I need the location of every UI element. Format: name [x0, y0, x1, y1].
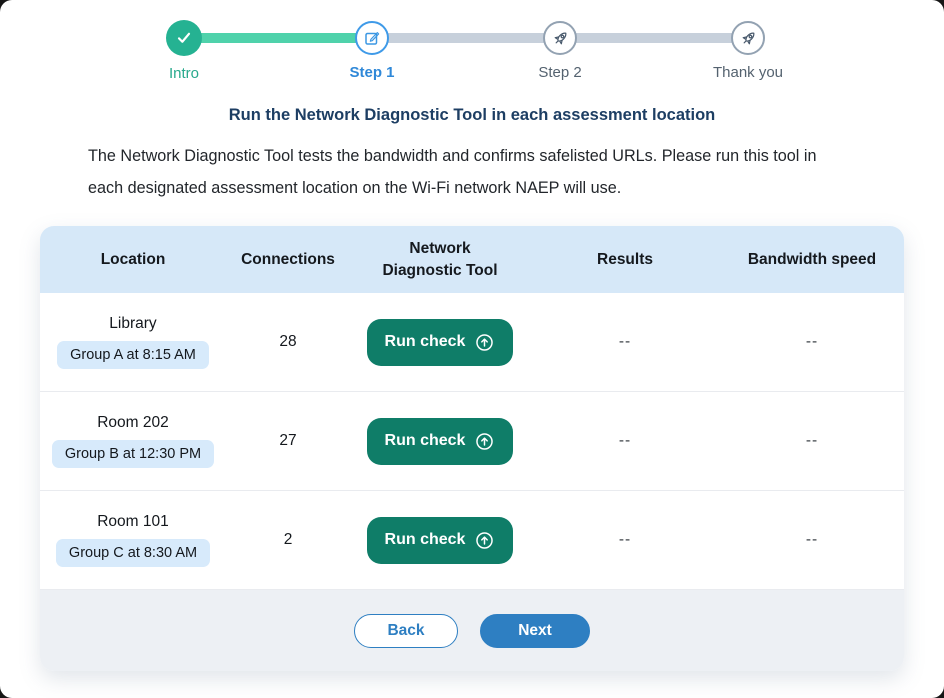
step-label: Step 1 [349, 64, 394, 81]
group-time-badge: Group B at 12:30 PM [52, 440, 214, 468]
check-icon [166, 20, 202, 56]
group-time-badge: Group C at 8:30 AM [56, 539, 210, 567]
location-name: Room 101 [97, 513, 169, 531]
page-description: The Network Diagnostic Tool tests the ba… [88, 140, 856, 204]
step-label: Step 2 [538, 64, 581, 81]
circle-arrow-up-icon [474, 332, 495, 353]
wizard-window: Intro Step 1 Step 2 Thank you [0, 0, 944, 698]
group-time-badge: Group A at 8:15 AM [57, 341, 209, 369]
column-header-connections: Connections [241, 249, 335, 271]
run-check-button[interactable]: Run check [367, 319, 514, 366]
next-button[interactable]: Next [480, 614, 590, 648]
run-check-cell: Run check [367, 418, 514, 465]
connections-value: 27 [279, 432, 296, 450]
table-header-row: Location Connections Network Diagnostic … [40, 226, 904, 293]
results-value: -- [619, 432, 631, 450]
results-value: -- [619, 531, 631, 549]
bandwidth-value: -- [806, 333, 818, 351]
step-label: Thank you [713, 64, 783, 81]
bandwidth-value: -- [806, 432, 818, 450]
run-check-label: Run check [385, 432, 466, 450]
column-header-results: Results [597, 249, 653, 271]
column-header-network-diagnostic-tool: Network Diagnostic Tool [375, 238, 505, 282]
table-body: Library Group A at 8:15 AM 28 Run check … [40, 293, 904, 590]
run-check-label: Run check [385, 531, 466, 549]
bandwidth-value: -- [806, 531, 818, 549]
location-cell: Library Group A at 8:15 AM [57, 315, 209, 369]
run-check-button[interactable]: Run check [367, 517, 514, 564]
connections-value: 2 [284, 531, 293, 549]
circle-arrow-up-icon [474, 431, 495, 452]
location-name: Library [109, 315, 156, 333]
step-label: Intro [169, 65, 199, 82]
results-value: -- [619, 333, 631, 351]
back-button[interactable]: Back [354, 614, 458, 648]
circle-arrow-up-icon [474, 530, 495, 551]
page-title: Run the Network Diagnostic Tool in each … [0, 106, 944, 125]
connections-value: 28 [279, 333, 296, 351]
run-check-button[interactable]: Run check [367, 418, 514, 465]
table-row: Library Group A at 8:15 AM 28 Run check … [40, 293, 904, 392]
edit-icon [355, 21, 389, 55]
column-header-location: Location [101, 249, 166, 271]
table-row: Room 202 Group B at 12:30 PM 27 Run chec… [40, 392, 904, 491]
location-cell: Room 202 Group B at 12:30 PM [52, 414, 214, 468]
stepper-step-thank-you[interactable]: Thank you [654, 20, 842, 82]
run-check-cell: Run check [367, 517, 514, 564]
stepper-step-1[interactable]: Step 1 [278, 20, 466, 82]
wizard-footer: Back Next [40, 590, 904, 671]
run-check-cell: Run check [367, 319, 514, 366]
rocket-icon [543, 21, 577, 55]
locations-table: Location Connections Network Diagnostic … [40, 226, 904, 671]
location-cell: Room 101 Group C at 8:30 AM [56, 513, 210, 567]
column-header-bandwidth-speed: Bandwidth speed [748, 249, 876, 271]
rocket-icon [731, 21, 765, 55]
table-row: Room 101 Group C at 8:30 AM 2 Run check … [40, 491, 904, 590]
stepper-step-2[interactable]: Step 2 [466, 20, 654, 82]
progress-stepper: Intro Step 1 Step 2 Thank you [90, 20, 842, 82]
run-check-label: Run check [385, 333, 466, 351]
stepper-step-intro[interactable]: Intro [90, 20, 278, 82]
location-name: Room 202 [97, 414, 169, 432]
